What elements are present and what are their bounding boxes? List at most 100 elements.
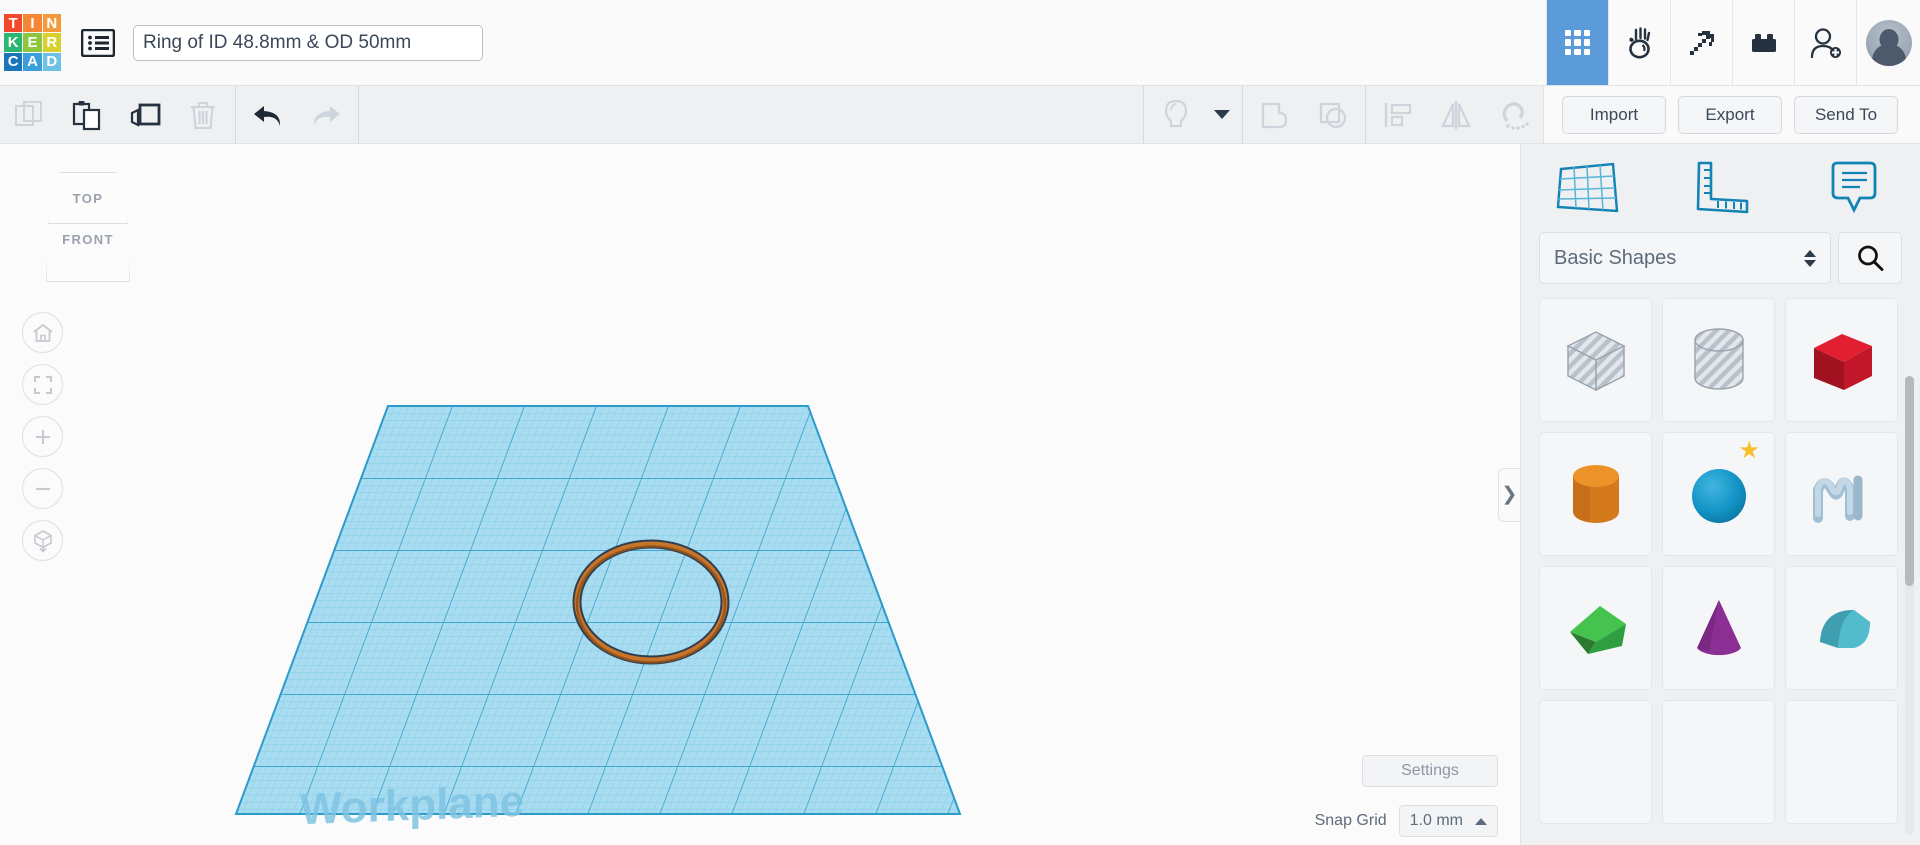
logo-tile-8: D	[42, 52, 61, 71]
copy-icon	[15, 100, 42, 126]
plus-icon	[35, 429, 50, 444]
ring-object	[572, 539, 730, 665]
minecraft-button[interactable]	[1670, 0, 1732, 85]
hole-cylinder-icon	[1693, 328, 1744, 390]
export-button[interactable]: Export	[1678, 95, 1782, 134]
ungroup-button[interactable]	[1304, 86, 1362, 143]
shape-item-cylinder-hole[interactable]	[1662, 298, 1775, 422]
circuits-button[interactable]	[1608, 0, 1670, 85]
shape-item-cone[interactable]	[1662, 566, 1775, 690]
home-view-button[interactable]	[22, 312, 63, 353]
redo-button[interactable]	[297, 86, 355, 143]
delete-button[interactable]	[174, 86, 232, 143]
invite-button[interactable]	[1794, 0, 1856, 85]
view-cube-front-face[interactable]: FRONT	[46, 224, 130, 282]
spinner-arrows-icon	[1804, 249, 1816, 267]
snap-grid-value: 1.0 mm	[1409, 812, 1463, 829]
import-button[interactable]: Import	[1562, 95, 1666, 134]
paste-button[interactable]	[58, 86, 116, 143]
editor-toolbar: Import Export Send To	[0, 86, 1920, 144]
fit-to-view-button[interactable]	[22, 364, 63, 405]
list-menu-icon[interactable]	[77, 22, 119, 64]
view-cube[interactable]: TOP FRONT	[36, 172, 140, 282]
grid-9-icon	[1564, 29, 1591, 56]
canvas-settings-button[interactable]: Settings	[1362, 755, 1498, 787]
shape-category-value: Basic Shapes	[1554, 246, 1677, 269]
snap-grid-select[interactable]: 1.0 mm	[1398, 805, 1498, 837]
circuits-hand-icon	[1628, 26, 1650, 58]
shape-item-cylinder[interactable]	[1539, 432, 1652, 556]
pyramid-icon	[1569, 606, 1626, 654]
account-avatar-button[interactable]	[1856, 0, 1920, 85]
shape-item-scribble[interactable]	[1785, 432, 1898, 556]
light-button[interactable]	[1147, 86, 1205, 143]
logo-tile-3: K	[4, 33, 23, 52]
shape-item-roof[interactable]	[1785, 566, 1898, 690]
panel-tool-icons	[1521, 144, 1920, 232]
scrollbar-thumb[interactable]	[1905, 376, 1914, 586]
logo-tile-5: R	[42, 33, 61, 52]
logo-tile-2: N	[42, 14, 61, 33]
caret-down-icon	[1214, 110, 1230, 119]
grid-apps-button[interactable]	[1546, 0, 1608, 85]
tinkercad-editor: T I N K E R C A D Ring of ID 48.8mm & OD…	[0, 0, 1920, 845]
zoom-in-button[interactable]	[22, 416, 63, 457]
undo-arrow-icon	[254, 105, 281, 126]
shape-item-12[interactable]	[1785, 700, 1898, 824]
panel-collapse-handle[interactable]: ❯	[1498, 467, 1520, 522]
copy-button[interactable]	[0, 86, 58, 143]
clipboard-tool-group	[0, 86, 232, 143]
shape-item-11[interactable]	[1662, 700, 1775, 824]
shape-item-box-hole[interactable]	[1539, 298, 1652, 422]
ruler-tool-button[interactable]	[1654, 159, 1787, 217]
view-navigation-controls	[22, 312, 63, 561]
workplane-label: Workplane	[300, 776, 525, 835]
shape-search-button[interactable]	[1838, 232, 1902, 284]
logo-tile-0: T	[4, 14, 23, 33]
roof-icon	[1819, 610, 1870, 648]
lego-brick-icon	[1751, 33, 1776, 52]
caret-up-icon	[1475, 817, 1487, 825]
shape-item-10[interactable]	[1539, 700, 1652, 824]
magnet-icon	[1502, 101, 1529, 130]
toolbar-divider-3	[1143, 86, 1144, 143]
top-header-bar: T I N K E R C A D	[0, 0, 1920, 86]
zoom-out-button[interactable]	[22, 468, 63, 509]
sphere-icon	[1691, 469, 1746, 523]
ortho-cube-icon	[33, 529, 52, 553]
group-tool-group	[1246, 86, 1362, 143]
perspective-toggle-button[interactable]	[22, 520, 63, 561]
shape-item-pyramid[interactable]	[1539, 566, 1652, 690]
shape-category-row: Basic Shapes	[1521, 232, 1920, 298]
logo-tile-4: E	[23, 33, 42, 52]
undo-button[interactable]	[239, 86, 297, 143]
align-button[interactable]	[1369, 86, 1427, 143]
shape-item-sphere[interactable]: ★	[1662, 432, 1775, 556]
send-to-button[interactable]: Send To	[1794, 95, 1898, 134]
light-dropdown-button[interactable]	[1205, 86, 1239, 143]
magnifier-icon	[1858, 245, 1884, 271]
toolbar-divider-5	[1365, 86, 1366, 143]
cone-icon	[1696, 600, 1741, 656]
user-avatar	[1865, 19, 1912, 66]
snap-grid-bar: Snap Grid 1.0 mm	[1315, 805, 1498, 837]
workplane-tool-button[interactable]	[1521, 159, 1654, 217]
shape-library-grid: ★	[1521, 298, 1920, 845]
group-button[interactable]	[1246, 86, 1304, 143]
blocks-button[interactable]	[1732, 0, 1794, 85]
view-cube-top-face[interactable]: TOP	[48, 172, 128, 224]
design-title-input[interactable]	[133, 24, 483, 61]
tinkercad-logo[interactable]: T I N K E R C A D	[4, 14, 61, 71]
ungroup-shapes-icon	[1319, 102, 1347, 128]
3d-canvas[interactable]: Workplane TOP FRONT Settings Snap Grid 1…	[0, 144, 1520, 845]
duplicate-icon	[130, 103, 161, 127]
snap-magnet-button[interactable]	[1485, 86, 1543, 143]
scribble-icon	[1812, 475, 1862, 523]
mirror-button[interactable]	[1427, 86, 1485, 143]
shape-item-box[interactable]	[1785, 298, 1898, 422]
notes-tool-button[interactable]	[1787, 159, 1920, 217]
shape-panel-scrollbar[interactable]	[1905, 376, 1914, 835]
light-tool-group	[1140, 86, 1246, 143]
duplicate-button[interactable]	[116, 86, 174, 143]
shape-category-select[interactable]: Basic Shapes	[1539, 232, 1831, 284]
